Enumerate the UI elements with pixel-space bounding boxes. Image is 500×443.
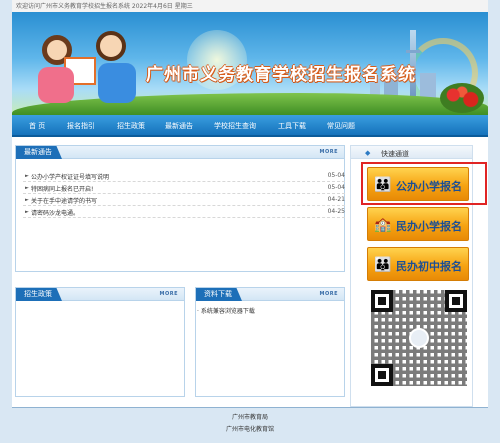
list-item[interactable]: ► 请密码沙龙电通。 04-25 [23,206,345,218]
nav-guide[interactable]: 报名指引 [67,121,95,131]
top-bar: 欢迎访问广州市义务教育学校招生报名系统 2022年4月6日 星期三 [12,0,488,12]
policy-panel-title: 招生政策 [16,288,62,301]
highlight-box [361,162,487,205]
shortcut-icon: ◆ [365,149,371,157]
site-title: 广州市义务教育学校招生报名系统 [146,65,416,85]
nav-tools-download[interactable]: 工具下载 [278,121,306,131]
qr-finder [371,364,393,386]
downloads-panel-header: 资料下载 MORE [196,288,344,301]
nav-home[interactable]: 首 页 [29,121,45,131]
download-item[interactable]: · 系统兼容浏览器下载 [197,306,255,315]
welcome-text: 欢迎访问广州市义务教育学校招生报名系统 2022年4月6日 星期三 [16,3,193,10]
footer-org-2: 广州市电化教育馆 [225,426,274,433]
private-junior-enroll-button[interactable]: 👪 民办初中报名 [367,247,469,281]
bullet-icon: ► [25,185,29,191]
qr-logo [409,328,429,348]
bullet-icon: ► [25,173,29,179]
banner: 广州市义务教育学校招生报名系统 [12,12,488,115]
school-icon: 🏫 [374,217,392,233]
downloads-panel: 资料下载 MORE [195,287,345,397]
bullet-icon: ► [25,197,29,203]
kid-body [98,63,136,103]
kid-boy [96,31,126,61]
quick-access-title: 快速通道 [381,150,409,158]
footer-divider [12,407,488,408]
policy-more-link[interactable]: MORE [160,291,179,297]
nav-school-query[interactable]: 学校招生查询 [214,121,256,131]
children-illustration [34,27,144,105]
footer-org: 广州市教育局 [231,414,268,421]
downloads-more-link[interactable]: MORE [320,291,339,297]
nav-notices[interactable]: 最新通告 [165,121,193,131]
qr-finder [445,290,467,312]
nav-faq[interactable]: 常见问题 [327,121,355,131]
list-item[interactable]: ► 特困病同上报名已开启! 05-04 [23,182,345,194]
news-list: ► 公办小学产权证证号填写说明 05-04 ► 特困病同上报名已开启! 05-04 ► 关… [23,170,345,218]
news-panel-title: 最新通告 [16,146,62,159]
list-item[interactable]: ► 关于在手中途请学的书写 04-21 [23,194,345,206]
qr-code [371,290,467,386]
main-nav: 首 页 报名指引 招生政策 最新通告 学校招生查询 工具下载 常见问题 [12,115,488,137]
news-more-link[interactable]: MORE [320,149,339,155]
flowers-illustration [440,83,484,113]
private-primary-enroll-button[interactable]: 🏫 民办小学报名 [367,207,469,241]
nav-policy[interactable]: 招生政策 [117,121,145,131]
building-illustration [420,73,436,99]
downloads-panel-title: 资料下载 [196,288,242,301]
bullet-icon: ► [25,209,29,215]
list-item[interactable]: ► 公办小学产权证证号填写说明 05-04 [23,170,345,182]
quick-access-header: ◆ 快速通道 [351,146,472,159]
policy-panel: 招生政策 MORE [15,287,185,397]
news-panel-header: 最新通告 MORE [16,146,344,159]
qr-finder [371,290,393,312]
policy-panel-header: 招生政策 MORE [16,288,184,301]
kid-body [38,67,74,103]
students-icon: 👪 [374,257,392,273]
